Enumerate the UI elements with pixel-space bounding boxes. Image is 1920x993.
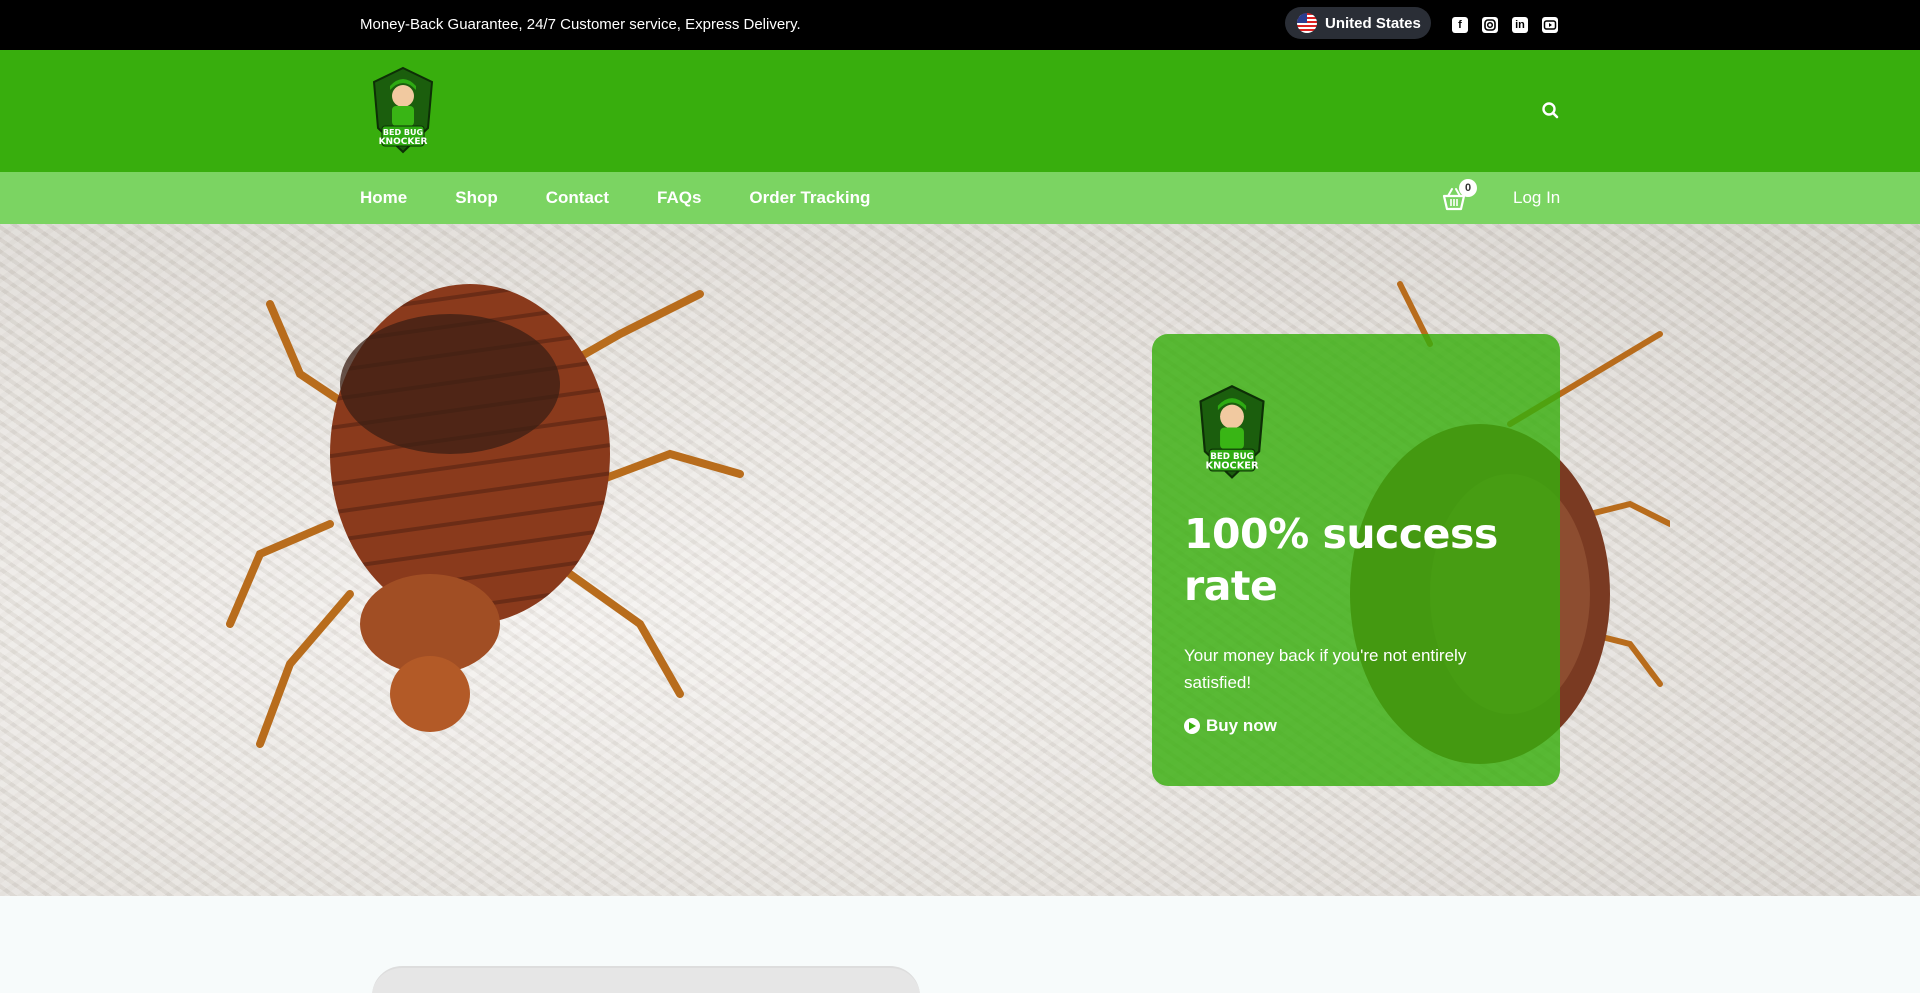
nav-item-faqs[interactable]: FAQs — [657, 188, 701, 208]
login-link[interactable]: Log In — [1513, 188, 1560, 208]
country-selector[interactable]: United States — [1285, 7, 1431, 39]
facebook-icon[interactable]: f — [1452, 17, 1468, 33]
arrow-circle-icon — [1184, 718, 1200, 734]
promo-subtext: Your money back if you're not entirely s… — [1184, 646, 1467, 692]
us-flag-icon — [1297, 13, 1317, 33]
site-logo[interactable]: BED BUG KNOCKER — [368, 66, 438, 158]
svg-text:BED BUG: BED BUG — [383, 128, 423, 137]
linkedin-icon[interactable]: in — [1512, 17, 1528, 33]
cart-count-badge: 0 — [1459, 179, 1477, 197]
promo-heading: 100% success rate — [1184, 510, 1498, 610]
nav-item-shop[interactable]: Shop — [455, 188, 498, 208]
buy-now-label: Buy now — [1206, 716, 1277, 735]
tagline: Money-Back Guarantee, 24/7 Customer serv… — [360, 16, 801, 33]
promo-card: BED BUG KNOCKER 100% success rate Your m… — [1152, 334, 1560, 786]
buy-now-button[interactable]: Buy now — [1184, 716, 1528, 736]
svg-text:KNOCKER: KNOCKER — [379, 137, 428, 147]
search-icon[interactable] — [1540, 100, 1562, 122]
nav-item-contact[interactable]: Contact — [546, 188, 609, 208]
bed-bug-image — [226, 284, 744, 748]
site-header: BED BUG KNOCKER — [0, 50, 1920, 172]
product-card-top — [372, 966, 920, 993]
country-label: United States — [1325, 14, 1421, 32]
main-nav: Home Shop Contact FAQs Order Tracking 0 … — [0, 172, 1920, 224]
social-links: f in — [1452, 17, 1558, 33]
top-bar: Money-Back Guarantee, 24/7 Customer serv… — [0, 0, 1920, 50]
svg-text:KNOCKER: KNOCKER — [1206, 461, 1259, 472]
instagram-icon[interactable] — [1482, 17, 1498, 33]
nav-item-home[interactable]: Home — [360, 188, 407, 208]
hero-banner: BED BUG KNOCKER 100% success rate Your m… — [0, 224, 1920, 896]
promo-logo: BED BUG KNOCKER — [1194, 382, 1270, 486]
youtube-icon[interactable] — [1542, 17, 1558, 33]
nav-item-order-tracking[interactable]: Order Tracking — [749, 188, 870, 208]
